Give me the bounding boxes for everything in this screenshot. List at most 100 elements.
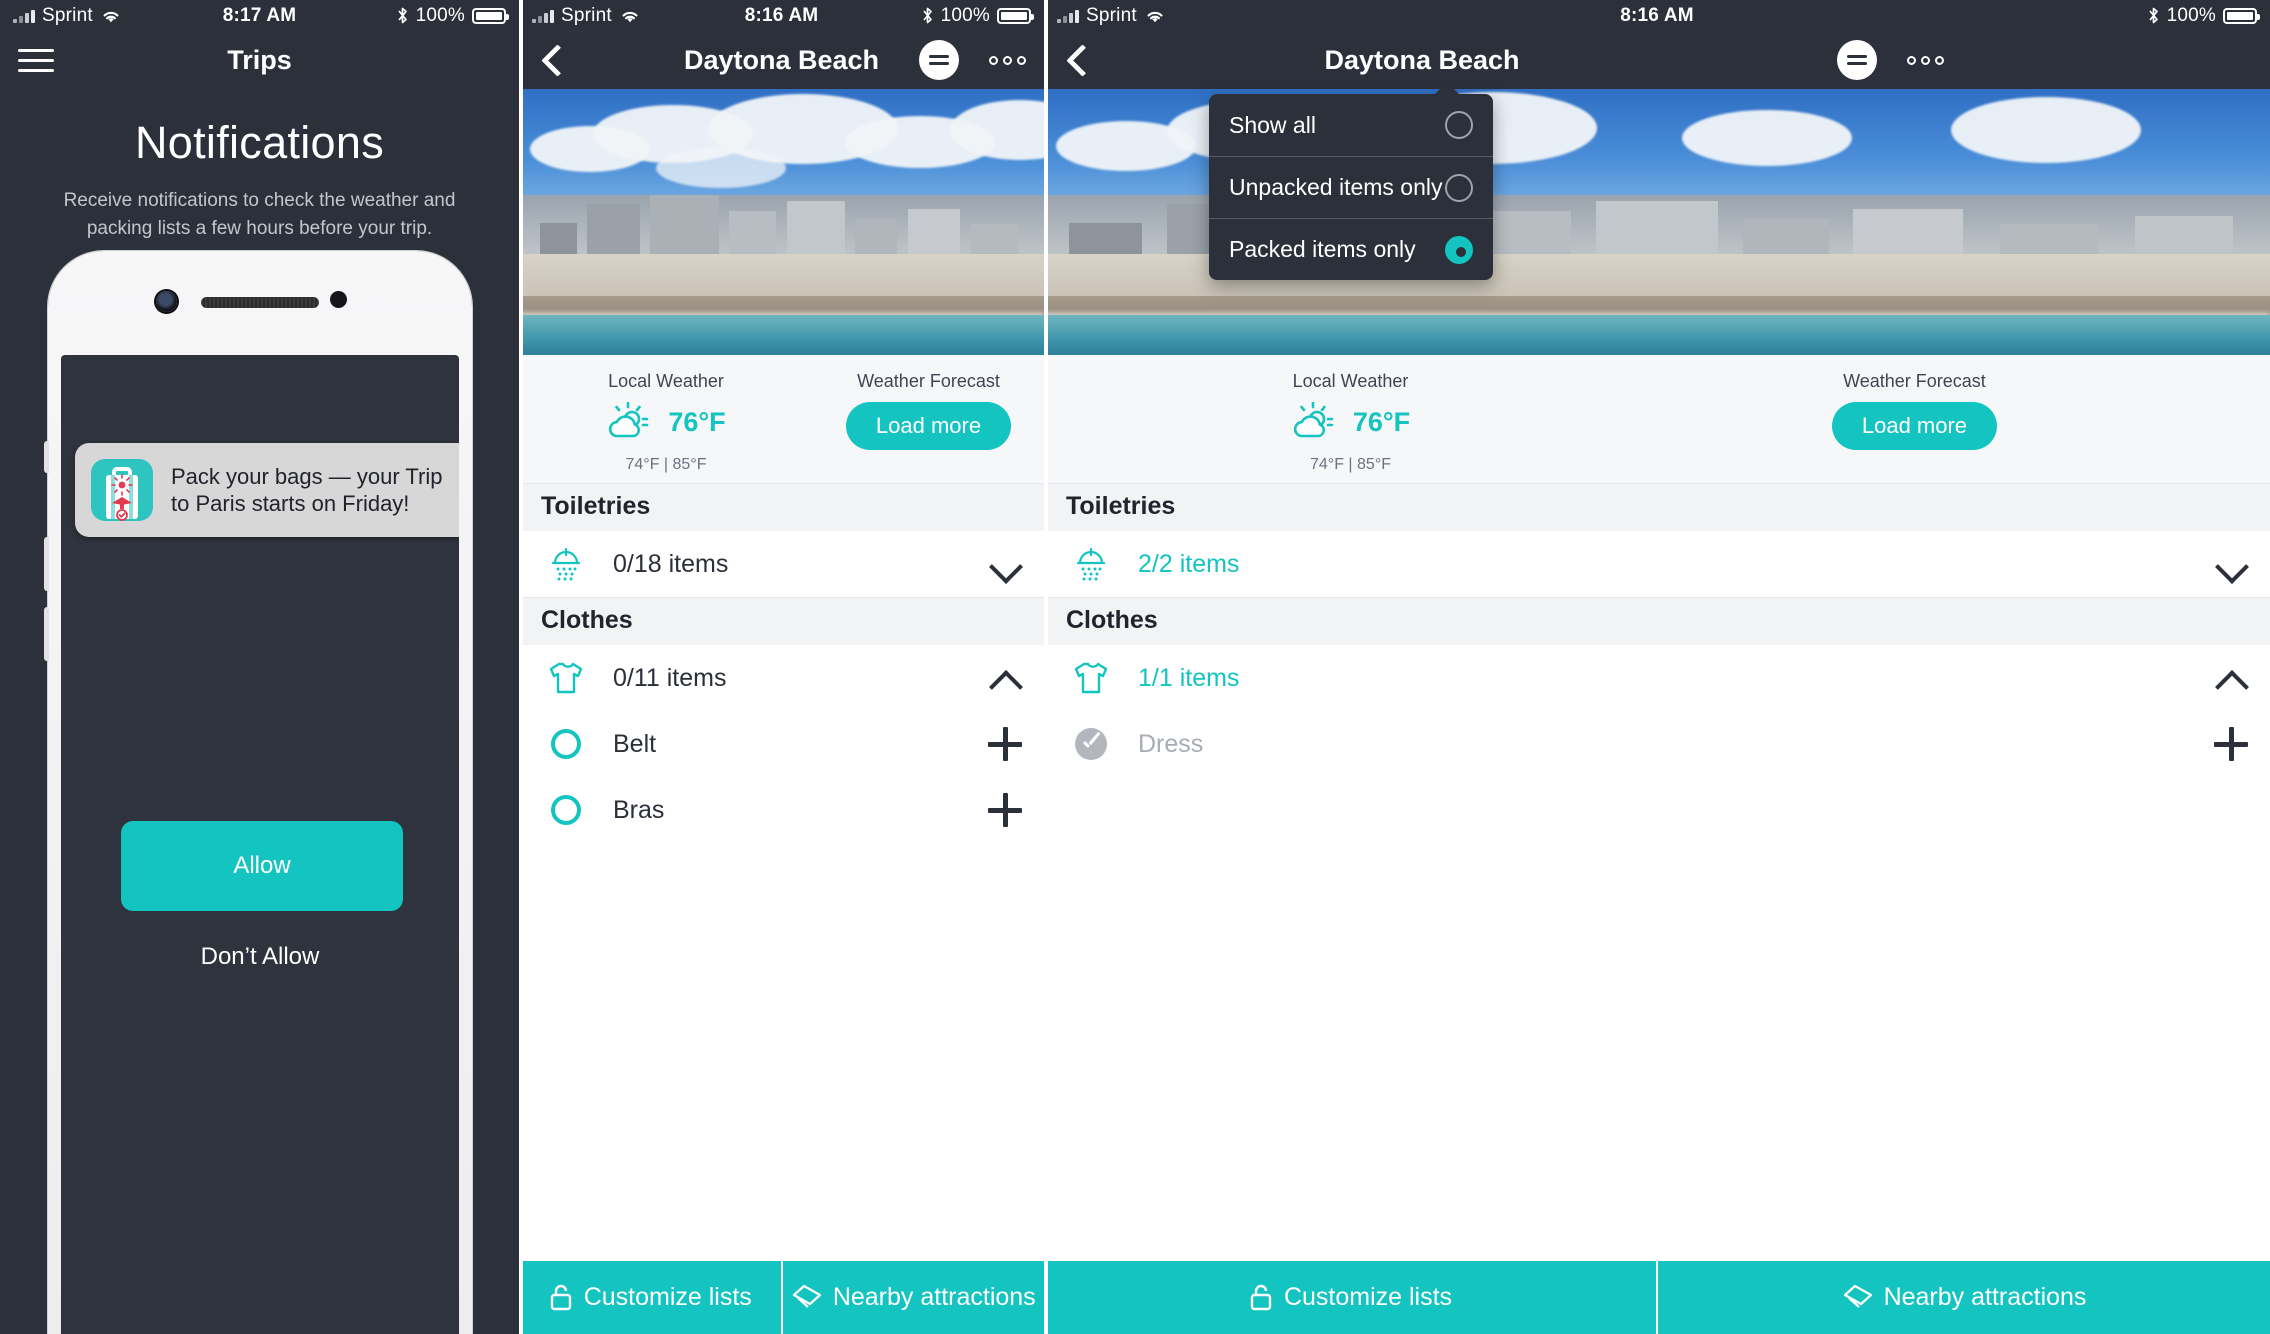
status-left: Sprint	[532, 5, 641, 27]
allow-button[interactable]: Allow	[121, 821, 403, 911]
back-chevron-icon[interactable]	[537, 45, 567, 75]
circle-unchecked-icon[interactable]	[541, 729, 591, 759]
circle-unchecked-icon[interactable]	[541, 795, 591, 825]
current-temperature: 76°F	[1352, 406, 1411, 437]
dont-allow-button[interactable]: Don’t Allow	[61, 943, 459, 971]
local-weather-block: Local Weather 76°F 74°F | 85°F	[519, 371, 813, 474]
chevron-up-icon[interactable]	[2214, 661, 2248, 695]
status-left: Sprint	[1057, 5, 1166, 27]
signal-bars-icon	[13, 9, 35, 23]
table-row[interactable]: 0/11 items	[519, 645, 1044, 711]
plus-icon[interactable]	[988, 727, 1022, 761]
radio-unselected-icon[interactable]	[1445, 111, 1473, 139]
dropdown-option-packed-only[interactable]: Packed items only	[1209, 218, 1493, 280]
onboarding-heading: Notifications	[134, 117, 384, 168]
mute-switch	[44, 441, 49, 473]
status-right: 100%	[921, 5, 1034, 27]
item-count-label: 2/2 items	[1138, 549, 1240, 578]
nav-bar: Daytona Beach	[519, 31, 1044, 89]
section-title-toiletries: Toiletries	[1044, 483, 2270, 531]
wifi-icon	[1147, 11, 1163, 22]
customize-lists-button[interactable]: Customize lists	[1044, 1261, 1656, 1334]
plus-icon[interactable]	[2214, 727, 2248, 761]
suitcase-app-icon	[91, 459, 153, 521]
local-weather-label: Local Weather	[608, 371, 724, 391]
customize-lists-button[interactable]: Customize lists	[519, 1261, 781, 1334]
battery-icon	[2223, 7, 2260, 24]
load-more-button[interactable]: Load more	[845, 402, 1012, 450]
dropdown-option-label: Packed items only	[1229, 236, 1416, 262]
chevron-down-icon[interactable]	[2214, 547, 2248, 581]
earpiece-speaker	[201, 297, 319, 308]
battery-percent: 100%	[415, 4, 465, 26]
radio-selected-icon[interactable]	[1445, 235, 1473, 264]
local-weather-label: Local Weather	[1292, 371, 1409, 391]
volume-up-button	[44, 537, 49, 591]
weather-forecast-block: Weather Forecast Load more	[813, 371, 1044, 450]
notification-toast[interactable]: Pack your bags — your Trip to Paris star…	[75, 443, 459, 537]
volume-down-button	[44, 607, 49, 661]
notification-message: Pack your bags — your Trip to Paris star…	[171, 463, 443, 517]
list-item[interactable]: Belt	[519, 711, 1044, 777]
phone-screen: Pack your bags — your Trip to Paris star…	[61, 355, 459, 1334]
front-camera-icon	[156, 291, 177, 312]
battery-percent: 100%	[2166, 4, 2216, 26]
item-name: Belt	[613, 729, 657, 758]
weather-panel: Local Weather 76°F 74°F | 85°F Weather F…	[519, 355, 1044, 483]
table-row[interactable]: 2/2 items	[1044, 531, 2270, 597]
weather-panel: Local Weather 76°F 74°F | 85°F Weather F…	[1044, 355, 2270, 483]
chevron-up-icon[interactable]	[988, 661, 1022, 695]
table-row[interactable]: 1/1 items	[1044, 645, 2270, 711]
filter-lines-icon[interactable]	[919, 40, 959, 80]
dropdown-option-label: Unpacked items only	[1229, 174, 1443, 200]
lock-icon	[550, 1284, 571, 1310]
more-dots-icon[interactable]	[989, 55, 1026, 65]
weather-forecast-block: Weather Forecast Load more	[1608, 371, 2221, 450]
nearby-attractions-button[interactable]: Nearby attractions	[1656, 1261, 2270, 1334]
item-name: Bras	[613, 795, 665, 824]
nav-bar: Trips	[0, 31, 519, 89]
phone-mockup: Pack your bags — your Trip to Paris star…	[44, 251, 472, 1334]
battery-icon	[472, 7, 509, 24]
list-item[interactable]: Dress	[1044, 711, 2270, 777]
carrier-label: Sprint	[42, 4, 93, 26]
tshirt-icon	[1066, 660, 1116, 696]
status-right: 100%	[396, 4, 509, 27]
onboarding-body: Notifications Receive notifications to c…	[0, 89, 519, 1334]
circle-checked-icon[interactable]	[1066, 728, 1116, 760]
nav-actions	[1837, 40, 1944, 80]
list-item[interactable]: Bras	[519, 777, 1044, 843]
filter-lines-icon[interactable]	[1837, 40, 1877, 80]
nav-bar: Daytona Beach	[1044, 31, 2270, 89]
radio-unselected-icon[interactable]	[1445, 173, 1473, 202]
table-row[interactable]: 0/18 items	[519, 531, 1044, 597]
dropdown-option-show-all[interactable]: Show all	[1209, 94, 1493, 156]
plus-icon[interactable]	[988, 793, 1022, 827]
bottom-action-bar: Customize lists Nearby attractions	[1044, 1261, 2270, 1334]
load-more-button[interactable]: Load more	[1831, 402, 1998, 450]
wifi-icon	[103, 11, 119, 22]
back-chevron-icon[interactable]	[1062, 45, 1092, 75]
bluetooth-icon	[397, 7, 407, 24]
carrier-label: Sprint	[1086, 4, 1137, 26]
weather-forecast-label: Weather Forecast	[857, 371, 1000, 391]
screenshot-stage: Sprint 8:17 AM 100% Trips Notifications …	[0, 0, 2270, 1334]
dropdown-option-unpacked-only[interactable]: Unpacked items only	[1209, 156, 1493, 218]
item-count-label: 0/18 items	[613, 549, 729, 578]
chevron-down-icon[interactable]	[988, 547, 1022, 581]
more-dots-icon[interactable]	[1907, 55, 1944, 65]
wifi-icon	[622, 11, 638, 22]
signal-bars-icon	[532, 9, 554, 23]
hamburger-icon[interactable]	[18, 48, 54, 72]
bluetooth-icon	[2148, 7, 2158, 24]
ticket-icon	[792, 1284, 821, 1308]
dropdown-option-label: Show all	[1229, 111, 1316, 138]
temperature-range: 74°F | 85°F	[1310, 456, 1391, 473]
nearby-attractions-button[interactable]: Nearby attractions	[780, 1261, 1044, 1334]
customize-lists-label: Customize lists	[583, 1283, 752, 1311]
customize-lists-label: Customize lists	[1283, 1283, 1453, 1311]
tshirt-icon	[541, 660, 591, 696]
ticket-icon	[1843, 1284, 1872, 1308]
proximity-sensor	[330, 291, 347, 308]
local-weather-block: Local Weather 76°F 74°F | 85°F	[1044, 371, 1657, 474]
